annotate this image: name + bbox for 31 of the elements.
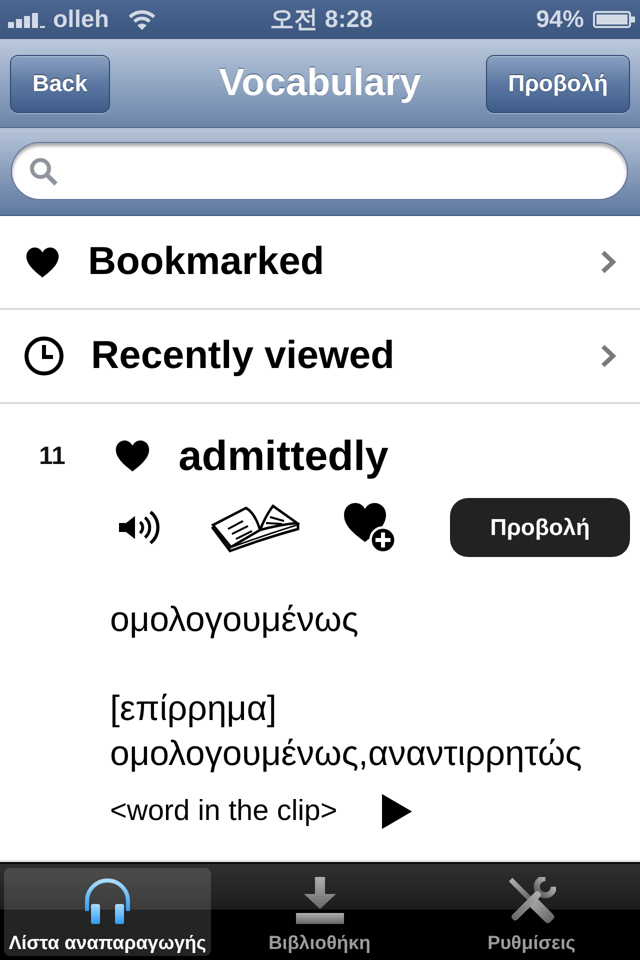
part-of-speech-text: [επίρρημα] bbox=[110, 688, 277, 730]
tab[interactable]: Ρυθμίσεις bbox=[428, 868, 635, 956]
chevron-right-icon bbox=[600, 250, 617, 274]
battery-icon bbox=[593, 11, 635, 28]
clip-label: <word in the clip> bbox=[110, 794, 338, 828]
open-book-icon[interactable] bbox=[210, 502, 300, 552]
heart-icon bbox=[24, 246, 61, 278]
chevron-right-icon bbox=[600, 344, 617, 368]
headphones-icon bbox=[83, 877, 132, 924]
translation-text: ομολογουμένως bbox=[110, 599, 358, 641]
tools-icon bbox=[507, 877, 556, 924]
play-icon[interactable] bbox=[382, 794, 412, 828]
status-time: 오전 8:28 bbox=[270, 8, 373, 32]
speaker-icon[interactable] bbox=[118, 508, 161, 547]
view-button[interactable]: Προβολή bbox=[486, 54, 630, 112]
download-icon bbox=[296, 877, 344, 924]
search-icon bbox=[29, 156, 58, 186]
headword: admittedly bbox=[178, 435, 388, 477]
entry-number: 11 bbox=[39, 444, 66, 468]
tab[interactable]: Βιβλιοθήκη bbox=[216, 868, 423, 956]
clock-icon bbox=[24, 336, 64, 376]
signal-icon bbox=[8, 12, 45, 28]
back-button[interactable]: Back bbox=[10, 54, 110, 112]
battery-percent: 94% bbox=[536, 8, 584, 32]
tab[interactable]: Λίστα αναπαραγωγής bbox=[4, 868, 211, 956]
screen-title: Vocabulary bbox=[218, 62, 422, 105]
carrier-name: olleh bbox=[53, 8, 110, 32]
view-button[interactable]: Προβολή bbox=[450, 498, 630, 557]
definition-text: ομολογουμένως,αναντιρρητώς bbox=[110, 733, 582, 775]
heart-plus-icon[interactable] bbox=[343, 501, 397, 554]
wifi-icon bbox=[127, 8, 158, 30]
